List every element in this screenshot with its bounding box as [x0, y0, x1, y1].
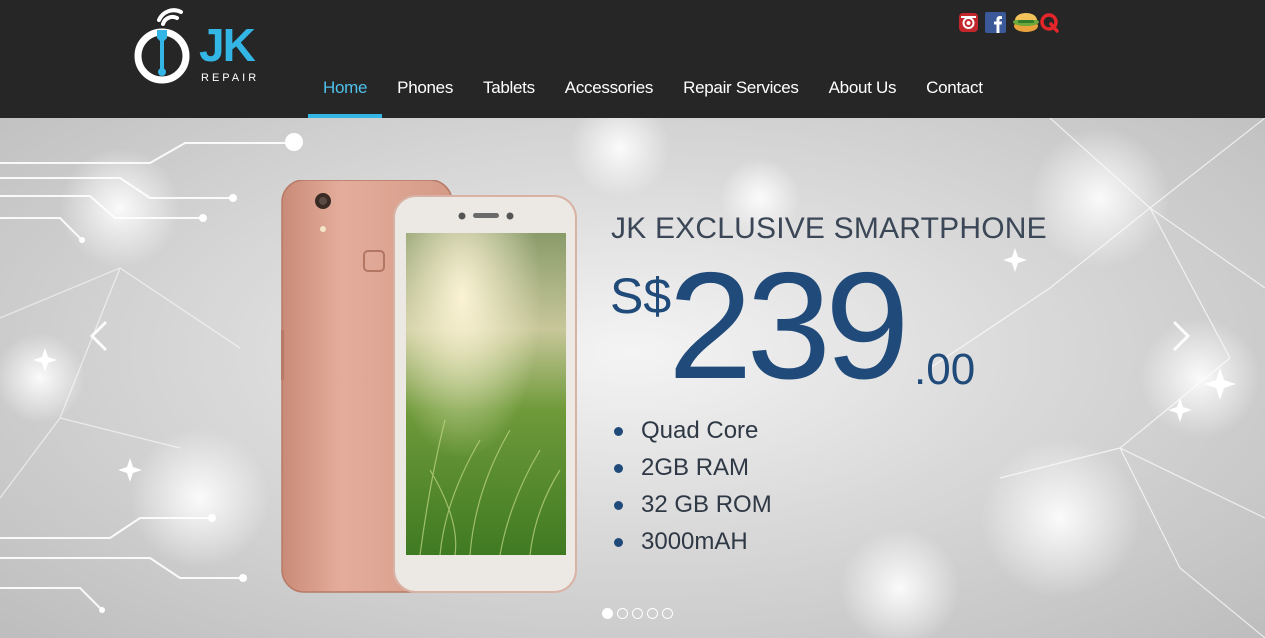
- nav-repair-services[interactable]: Repair Services: [668, 58, 814, 118]
- spec-item: 2GB RAM: [612, 449, 772, 486]
- price-amount: 239: [668, 241, 910, 411]
- slider-pagination: [602, 608, 673, 619]
- slide-dot-5[interactable]: [662, 608, 673, 619]
- facebook-icon[interactable]: [985, 11, 1006, 33]
- instagram-icon[interactable]: [958, 12, 979, 33]
- nav-tablets[interactable]: Tablets: [468, 58, 550, 118]
- social-links: [958, 11, 1060, 33]
- smartphone-image: [281, 180, 577, 593]
- slide-dot-2[interactable]: [617, 608, 628, 619]
- chevron-left-icon: [89, 320, 108, 352]
- slide-dot-1[interactable]: [602, 608, 613, 619]
- sparkle-background: [0, 118, 1265, 638]
- slider-prev-button[interactable]: [84, 318, 114, 354]
- burpple-icon[interactable]: [1012, 12, 1039, 33]
- price-currency: S$: [610, 268, 672, 324]
- hero-slider: JK EXCLUSIVE SMARTPHONE S$ 239 .00 Quad …: [0, 118, 1265, 638]
- slider-next-button[interactable]: [1166, 318, 1196, 354]
- qoo10-icon[interactable]: [1039, 12, 1060, 33]
- slide-dot-3[interactable]: [632, 608, 643, 619]
- spec-list: Quad Core 2GB RAM 32 GB ROM 3000mAH: [612, 412, 772, 560]
- nav-about-us[interactable]: About Us: [814, 58, 912, 118]
- spec-item: 3000mAH: [612, 523, 772, 560]
- slide-dot-4[interactable]: [647, 608, 658, 619]
- site-header: JK REPAIR Home Phones Tablets Accessorie…: [0, 0, 1265, 118]
- site-logo[interactable]: JK REPAIR: [133, 8, 273, 88]
- logo-subtitle: REPAIR: [201, 72, 260, 84]
- nav-contact[interactable]: Contact: [911, 58, 998, 118]
- nav-phones[interactable]: Phones: [382, 58, 468, 118]
- spec-item: Quad Core: [612, 412, 772, 449]
- wrench-logo-icon: [134, 8, 190, 84]
- main-nav: Home Phones Tablets Accessories Repair S…: [308, 58, 998, 118]
- nav-home[interactable]: Home: [308, 58, 383, 118]
- spec-item: 32 GB ROM: [612, 486, 772, 523]
- price-cents: .00: [914, 345, 976, 394]
- logo-wordmark: JK: [199, 19, 256, 71]
- nav-accessories[interactable]: Accessories: [550, 58, 668, 118]
- chevron-right-icon: [1172, 320, 1191, 352]
